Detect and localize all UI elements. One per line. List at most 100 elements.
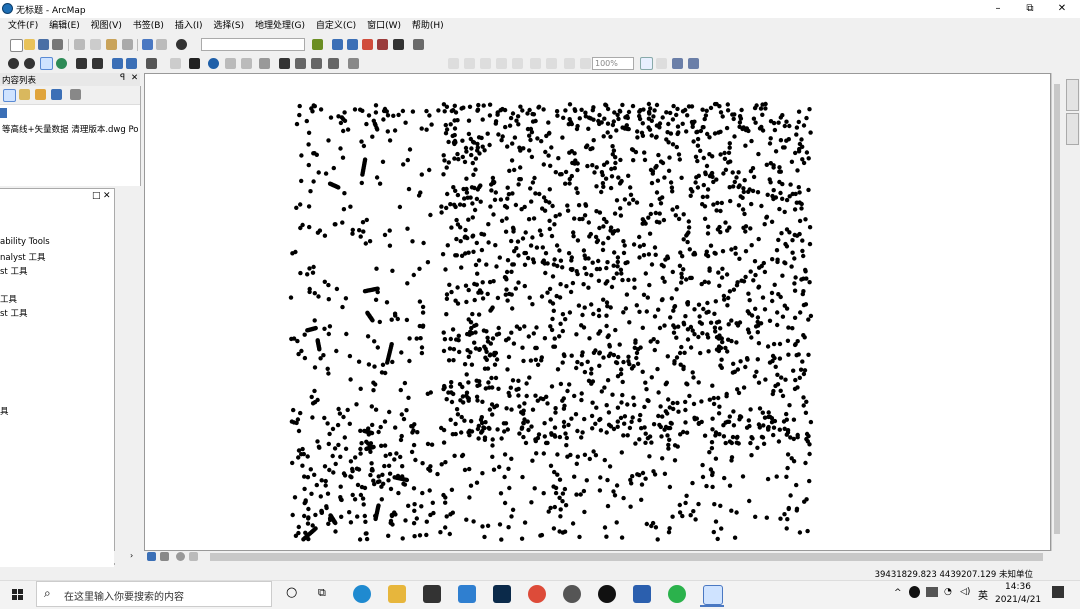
create-viewer-icon[interactable] — [348, 58, 359, 69]
list-by-visibility-icon[interactable] — [35, 89, 46, 100]
toolbox-item[interactable]: st 工具 — [0, 265, 27, 277]
menu-file[interactable]: 文件(F) — [4, 18, 42, 34]
paste-icon[interactable] — [106, 39, 117, 50]
search-window-icon[interactable] — [362, 39, 373, 50]
table-of-contents-icon[interactable] — [332, 39, 343, 50]
menu-bookmarks[interactable]: 书签(B) — [129, 18, 168, 34]
time-slider-icon[interactable] — [328, 58, 339, 69]
refresh-icon[interactable] — [176, 552, 185, 561]
edge-browser-icon[interactable] — [353, 585, 371, 603]
forward-extent-icon[interactable] — [126, 58, 137, 69]
list-by-drawing-order-icon[interactable] — [3, 89, 16, 102]
toolbox-item[interactable]: 具 — [0, 405, 9, 417]
full-extent-icon[interactable] — [56, 58, 67, 69]
select-elements-icon[interactable] — [189, 58, 200, 69]
mail-icon[interactable] — [458, 585, 476, 603]
catalog-window-icon[interactable] — [347, 39, 358, 50]
fixed-zoom-in-icon[interactable] — [76, 58, 87, 69]
toc-close-icon[interactable]: ✕ — [131, 73, 138, 83]
undo-icon[interactable] — [142, 39, 153, 50]
menu-geoprocessing[interactable]: 地理处理(G) — [251, 18, 309, 34]
pause-drawing-icon[interactable] — [189, 552, 198, 561]
menu-selection[interactable]: 选择(S) — [209, 18, 248, 34]
cut-icon[interactable] — [74, 39, 85, 50]
redo-icon[interactable] — [156, 39, 167, 50]
wechat-icon[interactable] — [668, 585, 686, 603]
list-by-source-icon[interactable] — [19, 89, 30, 100]
qq-icon[interactable] — [598, 585, 616, 603]
measure-icon[interactable] — [259, 58, 270, 69]
word-icon[interactable] — [633, 585, 651, 603]
scroll-left-icon[interactable]: › — [130, 551, 133, 560]
layout-zoom-in-icon[interactable] — [448, 58, 459, 69]
layer-item[interactable]: 等高线+矢量数据 清理版本.dwg Po — [2, 123, 139, 135]
close-button[interactable]: ✕ — [1044, 0, 1080, 18]
toggle-draft-mode-icon[interactable] — [640, 57, 653, 70]
layout-pan-icon[interactable] — [480, 58, 491, 69]
focus-data-frame-icon[interactable] — [656, 58, 667, 69]
list-by-selection-icon[interactable] — [51, 89, 62, 100]
menu-help[interactable]: 帮助(H) — [408, 18, 448, 34]
search-dock-tab[interactable] — [1066, 113, 1079, 145]
data-driven-pages-icon[interactable] — [688, 58, 699, 69]
toolbox-item[interactable]: st 工具 — [0, 307, 27, 319]
panel-restore-icon[interactable]: □ — [92, 191, 101, 201]
select-features-icon[interactable] — [146, 58, 157, 69]
toolbox-item[interactable]: ability Tools — [0, 237, 50, 247]
layers-icon[interactable] — [0, 108, 7, 118]
store-icon[interactable] — [423, 585, 441, 603]
vertical-scroll-thumb[interactable] — [1054, 84, 1060, 534]
html-popup-icon[interactable] — [241, 58, 252, 69]
photoshop-icon[interactable] — [493, 585, 511, 603]
minimize-button[interactable]: – — [980, 0, 1016, 18]
change-layout-icon[interactable] — [672, 58, 683, 69]
back-layout-icon[interactable] — [564, 58, 575, 69]
menu-customize[interactable]: 自定义(C) — [312, 18, 360, 34]
notifications-icon[interactable] — [1052, 586, 1064, 598]
menu-windows[interactable]: 窗口(W) — [363, 18, 405, 34]
panel-close-icon[interactable]: ✕ — [103, 191, 111, 201]
open-folder-icon[interactable] — [24, 39, 35, 50]
network-icon[interactable]: ◔ — [944, 587, 952, 597]
toc-options-icon[interactable] — [70, 89, 81, 100]
scale-dropdown[interactable] — [201, 38, 305, 51]
restore-button[interactable]: ⧉ — [1012, 0, 1048, 18]
model-builder-icon[interactable] — [413, 39, 424, 50]
data-view-icon[interactable] — [147, 552, 156, 561]
pin-icon[interactable]: ꟼ — [120, 73, 125, 83]
clock-time[interactable]: 14:36 — [1005, 582, 1031, 592]
chrome-icon[interactable] — [528, 585, 546, 603]
hyperlink-icon[interactable] — [225, 58, 236, 69]
layout-zoom-dropdown[interactable]: 100% — [592, 57, 634, 70]
battery-icon[interactable] — [926, 587, 938, 597]
menu-edit[interactable]: 编辑(E) — [45, 18, 84, 34]
chevron-up-icon[interactable]: ^ — [894, 588, 902, 598]
menu-view[interactable]: 视图(V) — [87, 18, 126, 34]
new-document-icon[interactable] — [10, 39, 23, 52]
file-explorer-icon[interactable] — [388, 585, 406, 603]
find-binoculars-icon[interactable] — [279, 58, 290, 69]
go-to-xy-icon[interactable] — [311, 58, 322, 69]
save-icon[interactable] — [38, 39, 49, 50]
settings-gear-icon[interactable] — [563, 585, 581, 603]
add-data-icon[interactable] — [176, 39, 187, 50]
horizontal-scroll-thumb[interactable] — [210, 553, 1043, 561]
fixed-zoom-out-icon[interactable] — [92, 58, 103, 69]
layout-zoom-out-icon[interactable] — [464, 58, 475, 69]
toolbox-item[interactable]: nalyst 工具 — [0, 251, 45, 263]
forward-layout-icon[interactable] — [580, 58, 591, 69]
volume-icon[interactable]: ◁) — [960, 587, 970, 597]
qq-tray-icon[interactable] — [909, 586, 920, 598]
zoom-100-icon[interactable] — [512, 58, 523, 69]
arctoolbox-icon[interactable] — [377, 39, 388, 50]
identify-icon[interactable] — [208, 58, 219, 69]
copy-icon[interactable] — [90, 39, 101, 50]
zoom-out-icon[interactable] — [24, 58, 35, 69]
pan-hand-icon[interactable] — [40, 57, 53, 70]
print-icon[interactable] — [52, 39, 63, 50]
task-view-icon[interactable]: ⧉ — [318, 586, 326, 600]
clear-selection-icon[interactable] — [170, 58, 181, 69]
zoom-whole-page-icon[interactable] — [496, 58, 507, 69]
toolbox-item[interactable]: 工具 — [0, 293, 17, 305]
fixed-zoom-in-layout-icon[interactable] — [530, 58, 541, 69]
